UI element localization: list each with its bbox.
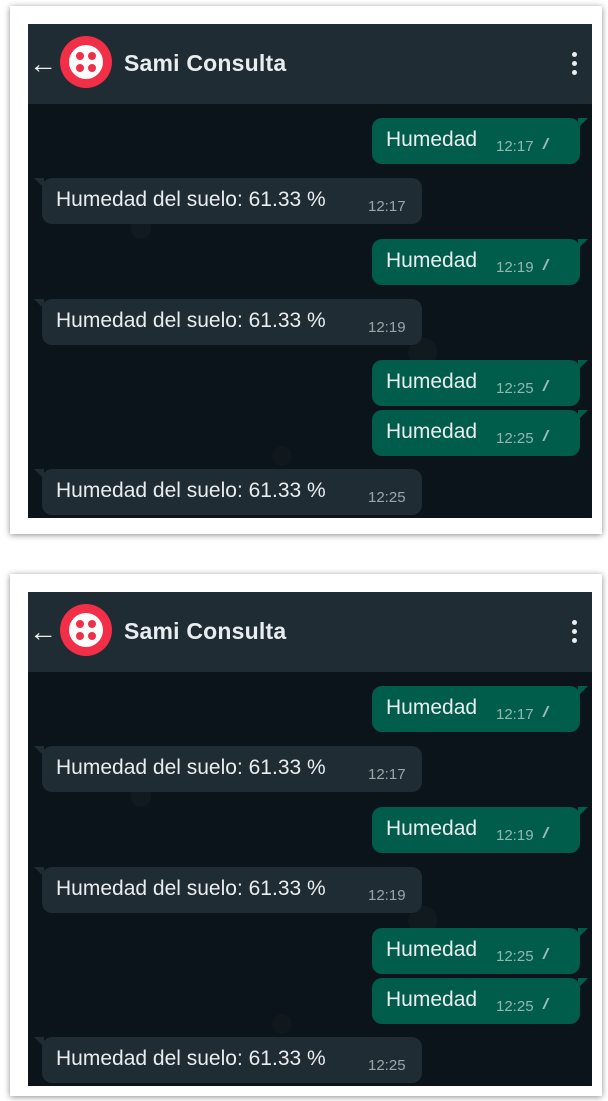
message-text: Humedad xyxy=(386,249,478,272)
message-time: 12:25 xyxy=(496,998,534,1015)
kebab-icon[interactable] xyxy=(564,614,584,650)
avatar[interactable] xyxy=(60,36,112,88)
avatar[interactable] xyxy=(60,604,112,656)
incoming-message[interactable]: Humedad del suelo: 61.33 % 12:19 xyxy=(34,299,422,345)
incoming-message[interactable]: Humedad del suelo: 61.33 % 12:25 xyxy=(34,469,422,515)
outgoing-message[interactable]: Humedad 12:17 // xyxy=(372,686,588,732)
contact-name[interactable]: Sami Consulta xyxy=(124,618,286,645)
message-time: 12:19 xyxy=(368,887,406,904)
incoming-message[interactable]: Humedad del suelo: 61.33 % 12:19 xyxy=(34,867,422,913)
message-time: 12:25 xyxy=(496,380,534,397)
twilio-logo-icon xyxy=(69,613,103,647)
chat-screen: ← Sami Consulta Humedad 12:17 // Humedad… xyxy=(28,24,592,518)
message-list: Humedad 12:17 // Humedad del suelo: 61.3… xyxy=(28,104,592,518)
message-time: 12:17 xyxy=(496,706,534,723)
twilio-logo-icon xyxy=(69,45,103,79)
message-text: Humedad xyxy=(386,938,478,961)
message-text: Humedad xyxy=(386,696,478,719)
chat-header: ← Sami Consulta xyxy=(28,592,592,672)
arrow-left-icon[interactable]: ← xyxy=(28,614,58,650)
message-text: Humedad del suelo: 61.33 % xyxy=(56,756,326,779)
contact-name[interactable]: Sami Consulta xyxy=(124,50,286,77)
outgoing-message[interactable]: Humedad 12:17 // xyxy=(372,118,588,164)
message-text: Humedad del suelo: 61.33 % xyxy=(56,309,326,332)
message-time: 12:19 xyxy=(368,319,406,336)
screenshot-frame-2: ← Sami Consulta Humedad 12:17 // Humedad… xyxy=(10,574,602,1096)
outgoing-message[interactable]: Humedad 12:25 // xyxy=(372,360,588,406)
screenshot-frame-1: ← Sami Consulta Humedad 12:17 // Humedad… xyxy=(10,6,602,534)
message-time: 12:17 xyxy=(496,138,534,155)
message-text: Humedad xyxy=(386,420,478,443)
chat-screen: ← Sami Consulta Humedad 12:17 // Humedad… xyxy=(28,592,592,1086)
message-text: Humedad del suelo: 61.33 % xyxy=(56,479,326,502)
message-time: 12:25 xyxy=(368,489,406,506)
outgoing-message[interactable]: Humedad 12:19 // xyxy=(372,807,588,853)
message-time: 12:25 xyxy=(496,948,534,965)
message-text: Humedad xyxy=(386,988,478,1011)
message-time: 12:25 xyxy=(368,1057,406,1074)
message-text: Humedad xyxy=(386,817,478,840)
outgoing-message[interactable]: Humedad 12:25 // xyxy=(372,978,588,1024)
outgoing-message[interactable]: Humedad 12:25 // xyxy=(372,928,588,974)
chat-header: ← Sami Consulta xyxy=(28,24,592,104)
message-list: Humedad 12:17 // Humedad del suelo: 61.3… xyxy=(28,672,592,1086)
message-time: 12:25 xyxy=(496,430,534,447)
incoming-message[interactable]: Humedad del suelo: 61.33 % 12:17 xyxy=(34,178,422,224)
message-time: 12:19 xyxy=(496,827,534,844)
arrow-left-icon[interactable]: ← xyxy=(28,46,58,82)
message-time: 12:17 xyxy=(368,766,406,783)
message-text: Humedad del suelo: 61.33 % xyxy=(56,877,326,900)
message-text: Humedad del suelo: 61.33 % xyxy=(56,188,326,211)
message-time: 12:19 xyxy=(496,259,534,276)
message-text: Humedad del suelo: 61.33 % xyxy=(56,1047,326,1070)
message-text: Humedad xyxy=(386,370,478,393)
incoming-message[interactable]: Humedad del suelo: 61.33 % 12:17 xyxy=(34,746,422,792)
message-time: 12:17 xyxy=(368,198,406,215)
kebab-icon[interactable] xyxy=(564,46,584,82)
message-text: Humedad xyxy=(386,128,478,151)
outgoing-message[interactable]: Humedad 12:25 // xyxy=(372,410,588,456)
incoming-message[interactable]: Humedad del suelo: 61.33 % 12:25 xyxy=(34,1037,422,1083)
outgoing-message[interactable]: Humedad 12:19 // xyxy=(372,239,588,285)
